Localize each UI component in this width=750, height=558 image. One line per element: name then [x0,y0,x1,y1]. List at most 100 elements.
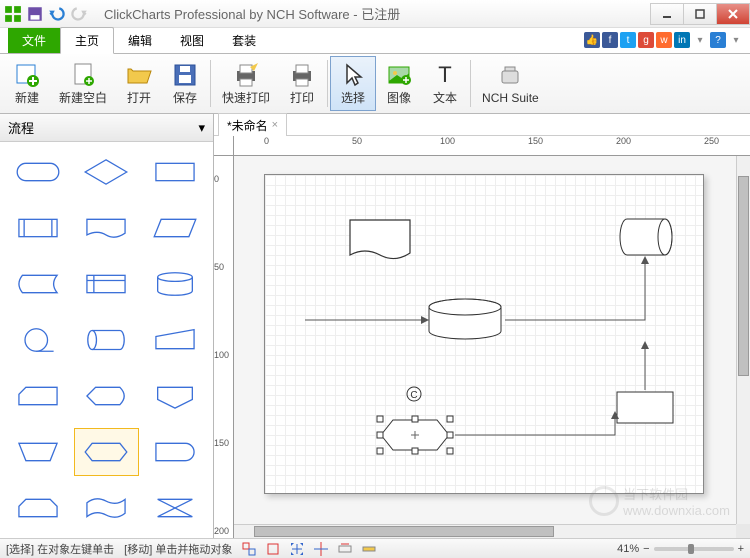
zoom-slider[interactable] [654,547,734,551]
text-button[interactable]: T 文本 [422,56,468,111]
diagram-cylinder-shape[interactable] [425,295,505,345]
twitter-icon[interactable]: t [620,32,636,48]
diagram-preparation-shape-selected[interactable] [375,410,455,460]
zoom-out-button[interactable]: − [643,543,649,555]
facebook-icon[interactable]: f [602,32,618,48]
button-label: 新建空白 [59,89,107,106]
status-ruler-icon[interactable] [362,542,376,556]
redo-icon[interactable] [70,5,88,23]
save-button[interactable]: 保存 [162,56,208,111]
shape-database[interactable] [143,260,207,308]
tab-view[interactable]: 视图 [166,28,218,53]
save-icon [171,61,199,89]
shape-off-page[interactable] [143,372,207,420]
chevron-down-icon[interactable]: ▾ [728,32,744,48]
shape-loop-limit[interactable] [6,484,70,532]
scrollbar-horizontal[interactable] [234,524,736,538]
select-button[interactable]: 选择 [330,56,376,111]
print-button[interactable]: 打印 [279,56,325,111]
minimize-button[interactable] [650,3,684,25]
status-expand-icon[interactable] [290,542,304,556]
diagram-document-shape[interactable] [345,215,415,265]
open-button[interactable]: 打开 [116,56,162,111]
shape-decision[interactable] [74,148,138,196]
help-icon[interactable]: ? [710,32,726,48]
diagram-process-shape[interactable] [615,390,675,425]
undo-icon[interactable] [48,5,66,23]
document-tabbar: *未命名 × [214,114,750,136]
shape-stored-data[interactable] [6,260,70,308]
window-controls [651,3,750,25]
shape-manual-input[interactable] [143,316,207,364]
shapes-panel: 流程 ▾ [0,114,214,538]
tab-home[interactable]: 主页 [60,27,114,54]
button-label: 文本 [433,89,457,106]
shape-internal-storage[interactable] [74,260,138,308]
shape-delay[interactable] [143,428,207,476]
app-icon[interactable] [4,5,22,23]
ruler-tick: 100 [214,350,229,360]
shape-display[interactable] [74,372,138,420]
shape-collate[interactable] [143,484,207,532]
tab-edit[interactable]: 编辑 [114,28,166,53]
shape-direct-data[interactable] [74,316,138,364]
social-links: 👍 f t g w in ▾ ? ▾ [584,32,744,48]
shape-manual-operation[interactable] [6,428,70,476]
tab-suite[interactable]: 套装 [218,28,270,53]
shape-predefined-process[interactable] [6,204,70,252]
shape-document[interactable] [74,204,138,252]
status-dimensions-icon[interactable] [338,542,352,556]
svg-text:C: C [410,390,417,401]
ruler-tick: 50 [214,262,224,272]
status-snap-icon[interactable] [266,542,280,556]
status-layers-icon[interactable] [242,542,256,556]
button-label: 选择 [341,89,365,106]
thumbs-up-icon[interactable]: 👍 [584,32,600,48]
chevron-down-icon[interactable]: ▾ [198,120,205,136]
weibo-icon[interactable]: w [656,32,672,48]
shape-card[interactable] [6,372,70,420]
new-button[interactable]: 新建 [4,56,50,111]
maximize-button[interactable] [683,3,717,25]
linkedin-icon[interactable]: in [674,32,690,48]
ruler-tick: 150 [528,136,543,146]
close-button[interactable] [716,3,750,25]
scrollbar-vertical[interactable] [736,156,750,524]
tab-file[interactable]: 文件 [8,28,60,53]
google-plus-icon[interactable]: g [638,32,654,48]
status-grid-icon[interactable] [314,542,328,556]
chevron-down-icon[interactable]: ▾ [692,32,708,48]
new-icon [13,61,41,89]
nch-suite-button[interactable]: NCH Suite [473,56,548,111]
shape-process[interactable] [143,148,207,196]
document-tab-title: *未命名 [227,117,268,134]
open-icon [125,61,153,89]
save-icon[interactable] [26,5,44,23]
canvas[interactable]: C [234,156,736,524]
shape-sequential-data[interactable] [6,316,70,364]
toolbar: 新建 新建空白 打开 保存 快速打印 打印 选择 图像 T 文本 NCH Sui… [0,54,750,114]
shape-data[interactable] [143,204,207,252]
diagram-copyright-icon[interactable]: C [405,385,423,403]
ruler-horizontal: 0 50 100 150 200 250 [234,136,750,156]
ruler-tick: 50 [352,136,362,146]
document-tab[interactable]: *未命名 × [218,113,287,137]
button-label: NCH Suite [482,91,539,105]
canvas-wrap: 0 50 100 150 200 250 0 50 100 150 200 [214,136,750,538]
shape-terminator[interactable] [6,148,70,196]
ruler-tick: 0 [264,136,269,146]
page[interactable]: C [264,174,704,494]
zoom-in-button[interactable]: + [738,543,744,555]
shape-tape[interactable] [74,484,138,532]
image-icon [385,61,413,89]
print-icon [288,61,316,89]
image-button[interactable]: 图像 [376,56,422,111]
new-blank-button[interactable]: 新建空白 [50,56,116,111]
ruler-tick: 250 [704,136,719,146]
close-tab-icon[interactable]: × [272,119,278,131]
quick-print-button[interactable]: 快速打印 [213,56,279,111]
diagram-direct-data-shape[interactable] [615,215,675,260]
ruler-tick: 200 [616,136,631,146]
shape-preparation[interactable] [74,428,138,476]
shapes-header[interactable]: 流程 ▾ [0,114,213,142]
